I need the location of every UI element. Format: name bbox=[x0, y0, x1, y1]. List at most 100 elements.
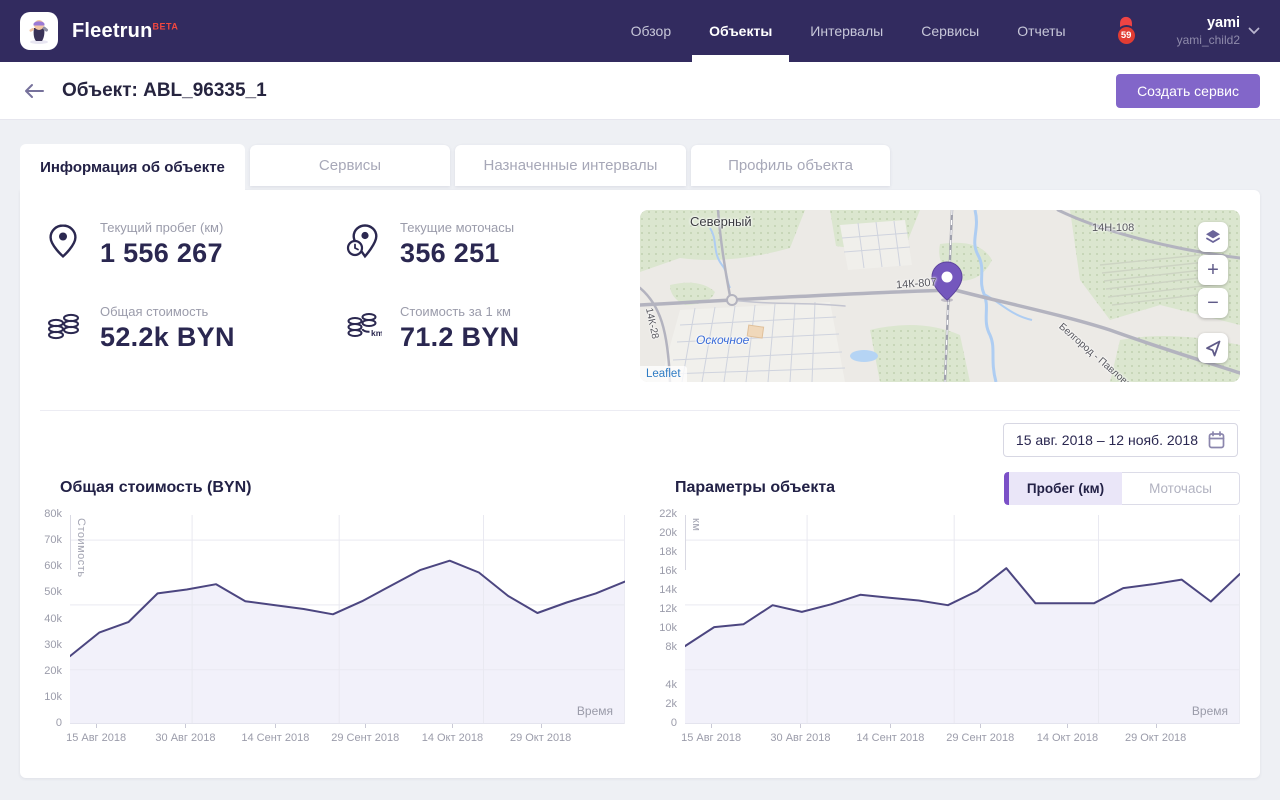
y-axis-label: км bbox=[690, 518, 702, 531]
fleetrun-logo[interactable] bbox=[20, 12, 58, 50]
y-tick-label: 4k bbox=[665, 679, 677, 691]
object-params-chart: Параметры объекта Пробег (км) Моточасы 2… bbox=[655, 471, 1240, 754]
object-tabs: Информация об объекте Сервисы Назначенны… bbox=[20, 144, 1260, 190]
y-tick-label: 10k bbox=[44, 691, 62, 703]
map-layers-button[interactable] bbox=[1198, 222, 1228, 252]
y-tick-label: 0 bbox=[671, 717, 677, 729]
section-divider bbox=[40, 410, 1240, 411]
x-tick-label: 14 Окт 2018 bbox=[1037, 732, 1098, 744]
x-axis-label: Время bbox=[1192, 704, 1228, 718]
create-service-button[interactable]: Создать сервис bbox=[1116, 74, 1260, 108]
x-tick-label: 30 Авг 2018 bbox=[770, 732, 830, 744]
user-name: yami bbox=[1177, 14, 1240, 32]
x-tick-label: 29 Сент 2018 bbox=[946, 732, 1014, 744]
map[interactable]: Северный 14Н-108 14К-807 Оскочное 14К-28… bbox=[640, 210, 1240, 382]
object-info-card: Текущий пробег (км) 1 556 267 Текущие мо… bbox=[20, 190, 1260, 778]
y-axis-ticks: 22k20k18k16k14k12k10k8k4k2k0 bbox=[655, 515, 681, 724]
map-canvas bbox=[640, 210, 1240, 382]
location-pin-icon bbox=[44, 220, 84, 304]
y-tick-label: 40k bbox=[44, 613, 62, 625]
y-tick-label: 14k bbox=[659, 584, 677, 596]
mascot-icon bbox=[24, 16, 54, 46]
stat-label: Общая стоимость bbox=[100, 304, 235, 319]
stat-engine-hours: Текущие моточасы 356 251 bbox=[344, 220, 624, 304]
y-tick-label: 2k bbox=[665, 698, 677, 710]
nav-item-services[interactable]: Сервисы bbox=[902, 0, 998, 62]
page-header: Объект: ABL_96335_1 Создать сервис bbox=[0, 62, 1280, 120]
zoom-out-button[interactable]: − bbox=[1198, 288, 1228, 318]
x-tick-label: 29 Сент 2018 bbox=[331, 732, 399, 744]
x-tick-label: 29 Окт 2018 bbox=[510, 732, 571, 744]
x-tick-mark bbox=[96, 724, 97, 728]
user-menu[interactable]: yami yami_child2 bbox=[1177, 14, 1260, 47]
locate-button[interactable] bbox=[1198, 333, 1228, 363]
x-tick-label: 15 Авг 2018 bbox=[681, 732, 741, 744]
map-label-14n-108: 14Н-108 bbox=[1092, 222, 1134, 234]
x-tick-mark bbox=[1067, 724, 1068, 728]
stat-current-mileage: Текущий пробег (км) 1 556 267 bbox=[44, 220, 344, 304]
svg-text:km: km bbox=[371, 328, 382, 338]
stat-label: Текущие моточасы bbox=[400, 220, 514, 235]
date-range-picker[interactable]: 15 авг. 2018 – 12 нояб. 2018 bbox=[1003, 423, 1238, 457]
y-tick-label: 60k bbox=[44, 560, 62, 572]
cost-chart-plot[interactable] bbox=[70, 515, 625, 724]
map-label-severny: Северный bbox=[690, 214, 752, 229]
chart-title: Параметры объекта bbox=[675, 479, 835, 497]
x-tick-label: 15 Авг 2018 bbox=[66, 732, 126, 744]
x-tick-mark bbox=[275, 724, 276, 728]
x-tick-mark bbox=[185, 724, 186, 728]
zoom-in-button[interactable]: + bbox=[1198, 255, 1228, 285]
total-cost-chart: Общая стоимость (BYN) 80k70k60k50k40k30k… bbox=[40, 471, 625, 754]
x-tick-mark bbox=[800, 724, 801, 728]
engine-hours-icon bbox=[344, 220, 384, 304]
x-tick-mark bbox=[711, 724, 712, 728]
brand-title: FleetrunBETA bbox=[72, 20, 178, 43]
tab-object-profile[interactable]: Профиль объекта bbox=[691, 145, 890, 186]
params-chart-plot[interactable] bbox=[685, 515, 1240, 724]
y-tick-label: 30k bbox=[44, 639, 62, 651]
y-tick-label: 80k bbox=[44, 508, 62, 520]
x-tick-mark bbox=[365, 724, 366, 728]
stat-cost-per-km: km Стоимость за 1 км 71.2 BYN bbox=[344, 304, 624, 388]
stat-label: Текущий пробег (км) bbox=[100, 220, 223, 235]
chevron-down-icon bbox=[1248, 27, 1260, 35]
map-label-oskochnoe: Оскочное bbox=[696, 333, 749, 347]
x-tick-label: 29 Окт 2018 bbox=[1125, 732, 1186, 744]
tab-object-info[interactable]: Информация об объекте bbox=[20, 144, 245, 190]
back-button[interactable] bbox=[20, 77, 48, 105]
nav-item-reports[interactable]: Отчеты bbox=[998, 0, 1084, 62]
x-tick-label: 30 Авг 2018 bbox=[155, 732, 215, 744]
y-axis-label: Стоимость bbox=[75, 518, 87, 578]
x-tick-mark bbox=[452, 724, 453, 728]
x-tick-mark bbox=[980, 724, 981, 728]
date-range-value: 15 авг. 2018 – 12 нояб. 2018 bbox=[1016, 432, 1198, 448]
coins-icon bbox=[44, 304, 84, 388]
top-navbar: FleetrunBETA Обзор Объекты Интервалы Сер… bbox=[0, 0, 1280, 62]
stat-value: 1 556 267 bbox=[100, 238, 223, 269]
stat-value: 52.2k BYN bbox=[100, 322, 235, 353]
leaflet-attribution[interactable]: Leaflet bbox=[640, 366, 687, 382]
chart-title: Общая стоимость (BYN) bbox=[60, 479, 251, 497]
y-tick-label: 10k bbox=[659, 622, 677, 634]
toggle-engine-hours-button[interactable]: Моточасы bbox=[1122, 472, 1240, 505]
toggle-mileage-button[interactable]: Пробег (км) bbox=[1004, 472, 1122, 505]
stat-value: 71.2 BYN bbox=[400, 322, 519, 353]
tab-services[interactable]: Сервисы bbox=[250, 145, 450, 186]
x-axis-ticks: 15 Авг 201830 Авг 201814 Сент 201829 Сен… bbox=[70, 724, 625, 754]
y-tick-label: 20k bbox=[44, 665, 62, 677]
x-tick-mark bbox=[890, 724, 891, 728]
y-tick-label: 22k bbox=[659, 508, 677, 520]
x-tick-label: 14 Окт 2018 bbox=[422, 732, 483, 744]
locate-arrow-icon bbox=[1203, 338, 1223, 358]
nav-item-intervals[interactable]: Интервалы bbox=[791, 0, 902, 62]
tab-assigned-intervals[interactable]: Назначенные интервалы bbox=[455, 145, 686, 186]
y-tick-label: 50k bbox=[44, 586, 62, 598]
main-nav: Обзор Объекты Интервалы Сервисы Отчеты bbox=[612, 0, 1085, 62]
nav-item-overview[interactable]: Обзор bbox=[612, 0, 690, 62]
y-tick-label: 12k bbox=[659, 603, 677, 615]
nav-item-objects[interactable]: Объекты bbox=[690, 0, 791, 62]
x-tick-mark bbox=[541, 724, 542, 728]
map-layers-icon bbox=[1203, 227, 1223, 247]
map-controls: + − bbox=[1198, 222, 1228, 363]
notifications-button[interactable]: 59 bbox=[1115, 15, 1141, 47]
